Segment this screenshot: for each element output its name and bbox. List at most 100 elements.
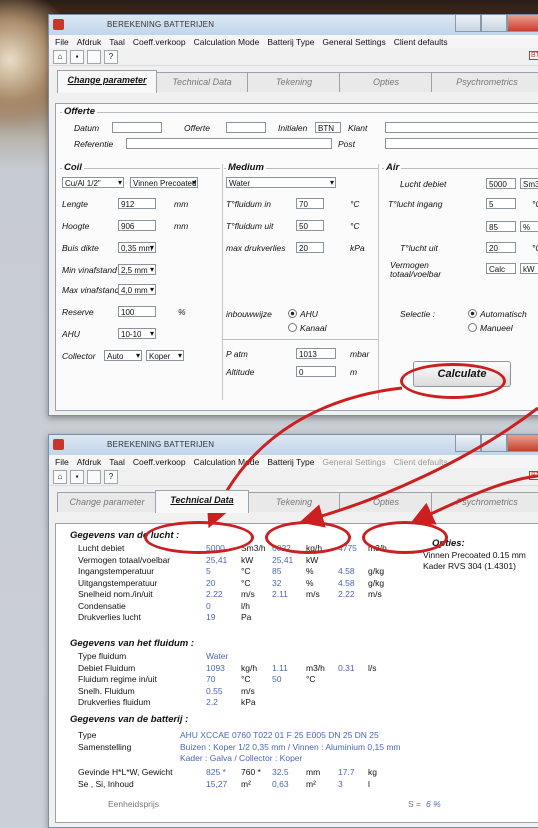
ahu-radio[interactable]: AHU <box>288 309 318 319</box>
opties-highlight-ring <box>362 521 448 554</box>
lucht-cell: 25,41 <box>272 554 294 565</box>
menu-taal[interactable]: Taal <box>105 37 129 47</box>
fluid-cell: 1.11 <box>272 662 288 673</box>
menu-calculation-mode[interactable]: Calculation Mode <box>190 37 264 47</box>
fluid-cell: Water <box>206 651 229 661</box>
tab-tekening[interactable]: Tekening <box>247 492 341 512</box>
vermogen-label: Vermogen totaal/voelbar <box>390 260 442 279</box>
max-vinafstand-select[interactable]: 4,0 mm <box>118 284 156 295</box>
menu-general-settings[interactable]: General Settings <box>318 37 389 47</box>
menu-coeff-verkoop[interactable]: Coeff.verkoop <box>129 457 190 467</box>
lucht-cell: % <box>306 577 314 588</box>
hoogte-input[interactable]: 906 <box>118 220 156 231</box>
help-icon[interactable]: ? <box>104 469 118 484</box>
post-input[interactable] <box>385 138 538 149</box>
menu-batterij-type[interactable]: Batterij Type <box>263 37 318 47</box>
fin-select[interactable]: Vinnen Precoated <box>130 177 198 188</box>
menu-calculation-mode[interactable]: Calculation Mode <box>190 457 264 467</box>
initialen-input[interactable]: BTN <box>315 122 341 133</box>
lucht-cell: kW <box>306 554 319 565</box>
buis-dikte-label: Buis dikte <box>62 243 99 253</box>
menu-taal[interactable]: Taal <box>105 457 129 467</box>
menu-afdruk[interactable]: Afdruk <box>73 457 106 467</box>
t-lucht-ingang-unit: °C <box>532 199 538 209</box>
offerte-group: Offerte Datum Offerte Initialen BTN Klan… <box>60 106 538 153</box>
lucht-debiet-unit-select[interactable]: Sm3/h <box>520 178 538 189</box>
tab-change-parameter[interactable]: Change parameter <box>57 70 157 93</box>
manueel-radio[interactable]: Manueel <box>468 323 513 333</box>
tab-technical-data[interactable]: Technical Data <box>155 490 249 513</box>
lucht-cell: m/s <box>368 589 382 599</box>
tube-select[interactable]: Cu/Al 1/2" <box>62 177 124 188</box>
reserve-input[interactable]: 100 <box>118 306 156 317</box>
automatisch-radio[interactable]: Automatisch <box>468 309 527 319</box>
menu-file[interactable]: File <box>51 37 73 47</box>
referentie-input[interactable] <box>126 138 332 149</box>
min-vinafstand-select[interactable]: 2,5 mm <box>118 264 156 275</box>
tab-tekening[interactable]: Tekening <box>247 72 341 92</box>
collector-material-select[interactable]: Koper <box>146 350 184 361</box>
open-folder-icon[interactable]: ⌂ <box>53 49 67 64</box>
se-cell: 0,63 <box>272 779 289 789</box>
menu-general-settings[interactable]: General Settings <box>318 457 389 467</box>
hoogte-label: Hoogte <box>62 221 90 231</box>
blank-icon[interactable] <box>87 49 101 64</box>
lucht-debiet-input[interactable]: 5000 <box>486 178 516 189</box>
rh-unit-select[interactable]: % <box>520 221 538 232</box>
gevinde-cell: 32.5 <box>272 767 289 777</box>
t-fluidum-uit-input[interactable]: 50 <box>296 220 324 231</box>
menu-client-defaults[interactable]: Client defaults <box>390 37 452 47</box>
tab-opties[interactable]: Opties <box>339 492 433 512</box>
help-icon[interactable]: ? <box>104 49 118 64</box>
lucht-row-label: Uitgangstemperatuur <box>78 577 158 588</box>
menu-file[interactable]: File <box>51 457 73 467</box>
t-lucht-ingang-input[interactable]: 5 <box>486 198 516 209</box>
min-vinafstand-label: Min vinafstand <box>62 265 117 275</box>
tab-change-parameter[interactable]: Change parameter <box>57 492 157 512</box>
selectie-label: Selectie : <box>400 309 435 319</box>
menu-coeff-verkoop[interactable]: Coeff.verkoop <box>129 37 190 47</box>
tab-opties[interactable]: Opties <box>339 72 433 92</box>
blank-icon[interactable] <box>87 469 101 484</box>
open-folder-icon[interactable]: ⌂ <box>53 469 67 484</box>
lucht-row-label: Vermogen totaal/voelbar <box>78 554 171 565</box>
t-fluidum-in-input[interactable]: 70 <box>296 198 324 209</box>
s-label: S = <box>408 799 421 809</box>
menu-batterij-type[interactable]: Batterij Type <box>263 457 318 467</box>
vermogen-unit-select[interactable]: kW <box>520 263 538 274</box>
maximize-button[interactable] <box>481 435 507 452</box>
vermogen-input[interactable]: Calc <box>486 263 516 274</box>
save-icon[interactable]: ▪ <box>70 49 84 64</box>
manueel-radio-label: Manueel <box>480 323 513 333</box>
t-lucht-uit-input[interactable]: 20 <box>486 242 516 253</box>
lucht-row-label: Condensatie <box>78 600 126 611</box>
lucht-cell: kW <box>241 554 254 565</box>
minimize-button[interactable] <box>455 15 481 32</box>
kanaal-radio[interactable]: Kanaal <box>288 323 326 333</box>
save-icon[interactable]: ▪ <box>70 469 84 484</box>
fluid-select[interactable]: Water <box>226 177 336 188</box>
close-button[interactable] <box>507 15 538 32</box>
max-vinafstand-label: Max vinafstand <box>62 285 120 295</box>
tab-psychrometrics[interactable]: Psychrometrics <box>431 72 538 92</box>
patm-input[interactable]: 1013 <box>296 348 336 359</box>
altitude-input[interactable]: 0 <box>296 366 336 377</box>
optie-line: Vinnen Precoated 0.15 mm <box>423 550 526 560</box>
close-button[interactable] <box>507 435 538 452</box>
klant-input[interactable] <box>385 122 538 133</box>
rh-input[interactable]: 85 <box>486 221 516 232</box>
tab-technical-data[interactable]: Technical Data <box>155 72 249 92</box>
optie-line: Kader RVS 304 (1.4301) <box>423 561 516 571</box>
menu-afdruk[interactable]: Afdruk <box>73 37 106 47</box>
max-drukverlies-input[interactable]: 20 <box>296 242 324 253</box>
lengte-input[interactable]: 912 <box>118 198 156 209</box>
tab-psychrometrics[interactable]: Psychrometrics <box>431 492 538 512</box>
offerte-input[interactable] <box>226 122 266 133</box>
buis-dikte-select[interactable]: 0,35 mm <box>118 242 156 253</box>
minimize-button[interactable] <box>455 435 481 452</box>
collector-select[interactable]: Auto <box>104 350 142 361</box>
maximize-button[interactable] <box>481 15 507 32</box>
datum-input[interactable] <box>112 122 162 133</box>
menu-client-defaults[interactable]: Client defaults <box>390 457 452 467</box>
ahu-select[interactable]: 10-10 <box>118 328 156 339</box>
